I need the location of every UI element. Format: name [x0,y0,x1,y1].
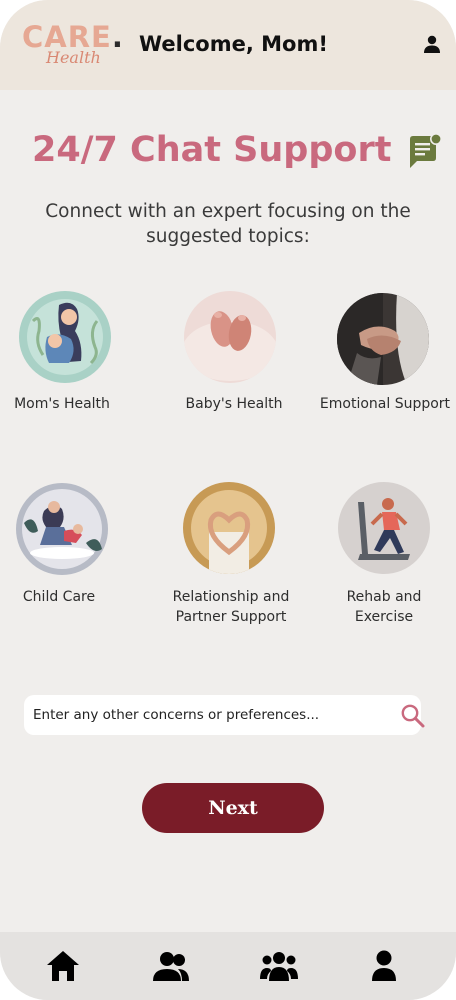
relationship-image[interactable] [183,482,275,574]
app-screen: CARE. Health Welcome, Mom! 24/7 Chat Sup… [0,0,456,1000]
profile-icon[interactable] [422,34,442,54]
topic-label-child-care[interactable]: Child Care [0,587,118,607]
topic-label-rehab[interactable]: Rehab and Exercise [330,587,438,627]
logo-dot: . [111,20,124,54]
babys-health-image[interactable] [184,291,276,383]
app-header: CARE. Health Welcome, Mom! [0,0,456,90]
concerns-search-bar [24,695,425,735]
group-icon[interactable] [152,948,190,984]
home-icon[interactable] [46,948,80,984]
search-icon[interactable] [400,703,426,729]
child-care-image[interactable] [16,483,108,575]
welcome-greeting: Welcome, Mom! [139,32,328,56]
topic-label-moms-health[interactable]: Mom's Health [0,394,124,414]
next-button[interactable]: Next [142,783,324,833]
rehab-exercise-image[interactable] [338,482,430,574]
topic-label-babys-health[interactable]: Baby's Health [174,394,294,414]
care-health-logo[interactable]: CARE. Health [22,20,123,72]
page-subtitle: Connect with an expert focusing on the s… [45,201,411,247]
logo-health-text: Health [46,48,101,67]
topic-label-emotional-support[interactable]: Emotional Support [318,394,452,414]
profile-icon[interactable] [371,948,397,984]
emotional-support-image[interactable] [337,293,429,385]
people-icon[interactable] [260,948,298,984]
moms-health-image[interactable] [19,291,111,383]
topic-label-relationship[interactable]: Relationship and Partner Support [162,587,300,627]
bottom-navigation [0,932,456,1000]
page-title: 24/7 Chat Support [32,130,392,170]
chat-icon[interactable] [408,133,442,169]
concerns-input[interactable] [33,695,373,735]
